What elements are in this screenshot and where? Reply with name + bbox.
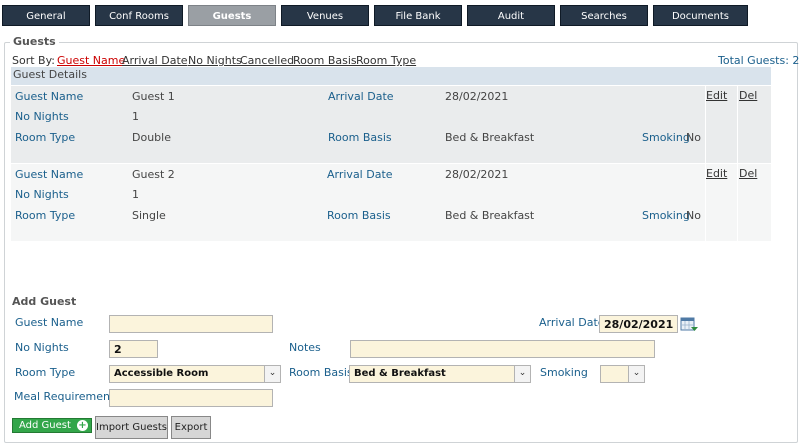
notes-input[interactable] <box>350 340 655 358</box>
arrival-date-label: Arrival Date <box>328 90 394 103</box>
chevron-down-icon: ⌄ <box>264 366 280 382</box>
sort-room-basis[interactable]: Room Basis <box>293 54 357 67</box>
tab-documents[interactable]: Documents <box>653 5 748 26</box>
room-basis-label: Room Basis <box>327 209 391 222</box>
arrival-date-label: Arrival Date <box>327 168 393 181</box>
room-basis-select[interactable]: Bed & Breakfast ⌄ <box>349 365 531 383</box>
fieldset-legend: Guests <box>10 35 59 48</box>
smoking-value: No <box>686 209 701 222</box>
arrival-date-value: 28/02/2021 <box>445 90 509 103</box>
room-type-value: Double <box>132 131 171 144</box>
arrival-date-value: 28/02/2021 <box>445 168 509 181</box>
tab-venues[interactable]: Venues <box>281 5 369 26</box>
smoking-label: Smoking <box>642 209 690 222</box>
tab-searches[interactable]: Searches <box>560 5 648 26</box>
calendar-icon[interactable] <box>680 316 698 332</box>
chevron-down-icon: ⌄ <box>628 366 644 382</box>
room-basis-value: Bed & Breakfast <box>445 131 535 144</box>
no-nights-label: No Nights <box>15 341 69 354</box>
smoking-select[interactable]: ⌄ <box>600 365 645 383</box>
smoking-label: Smoking <box>540 366 588 379</box>
tab-general[interactable]: General <box>2 5 90 26</box>
smoking-value: No <box>686 131 701 144</box>
guest-name-label: Guest Name <box>15 168 84 181</box>
guest-name-label: Guest Name <box>15 316 84 329</box>
sort-cancelled[interactable]: Cancelled <box>240 54 294 67</box>
delete-link[interactable]: Del <box>739 89 757 102</box>
tab-conf-rooms[interactable]: Conf Rooms <box>95 5 183 26</box>
sort-label: Sort By: <box>12 54 56 67</box>
notes-label: Notes <box>289 341 321 354</box>
edit-link[interactable]: Edit <box>706 167 727 180</box>
plus-icon: + <box>77 420 88 431</box>
add-guest-title: Add Guest <box>12 295 77 308</box>
import-guests-button[interactable]: Import Guests <box>95 416 168 439</box>
column-divider <box>705 86 706 241</box>
guest-name-value: Guest 1 <box>132 90 175 103</box>
no-nights-value: 1 <box>132 188 139 201</box>
sort-room-type[interactable]: Room Type <box>356 54 416 67</box>
meal-requirements-label: Meal Requirements <box>14 390 121 403</box>
sort-guest-name[interactable]: Guest Name <box>57 54 125 67</box>
guest-name-value: Guest 2 <box>132 168 175 181</box>
no-nights-label: No Nights <box>15 188 69 201</box>
chevron-down-icon: ⌄ <box>514 366 530 382</box>
arrival-date-input[interactable] <box>599 315 678 333</box>
smoking-label: Smoking <box>642 131 690 144</box>
arrival-date-label: Arrival Date <box>539 316 605 329</box>
sort-no-nights[interactable]: No Nights <box>188 54 242 67</box>
room-type-value: Single <box>132 209 166 222</box>
room-basis-label: Room Basis <box>289 366 353 379</box>
guest-details-header: Guest Details <box>11 67 771 85</box>
room-type-selected: Accessible Room <box>114 368 209 379</box>
column-divider <box>737 86 738 241</box>
room-type-label: Room Type <box>15 131 76 144</box>
room-type-label: Room Type <box>15 366 76 379</box>
delete-link[interactable]: Del <box>739 167 757 180</box>
guest-name-input[interactable] <box>109 315 273 333</box>
tab-audit[interactable]: Audit <box>467 5 555 26</box>
tab-file-bank[interactable]: File Bank <box>374 5 462 26</box>
room-type-label: Room Type <box>15 209 76 222</box>
room-basis-value: Bed & Breakfast <box>445 209 535 222</box>
room-type-select[interactable]: Accessible Room ⌄ <box>109 365 281 383</box>
tab-guests[interactable]: Guests <box>188 5 276 26</box>
no-nights-input[interactable] <box>109 340 158 358</box>
room-basis-selected: Bed & Breakfast <box>354 368 446 379</box>
sort-arrival-date[interactable]: Arrival Date <box>122 54 188 67</box>
guest-name-label: Guest Name <box>15 90 84 103</box>
add-guest-button[interactable]: Add Guest + <box>12 418 92 433</box>
edit-link[interactable]: Edit <box>706 89 727 102</box>
add-guest-button-label: Add Guest <box>19 420 71 431</box>
no-nights-value: 1 <box>132 110 139 123</box>
total-guests: Total Guests: 2 <box>718 54 800 67</box>
no-nights-label: No Nights <box>15 110 69 123</box>
room-basis-label: Room Basis <box>328 131 392 144</box>
meal-requirements-input[interactable] <box>109 389 273 407</box>
export-button[interactable]: Export <box>171 416 211 439</box>
